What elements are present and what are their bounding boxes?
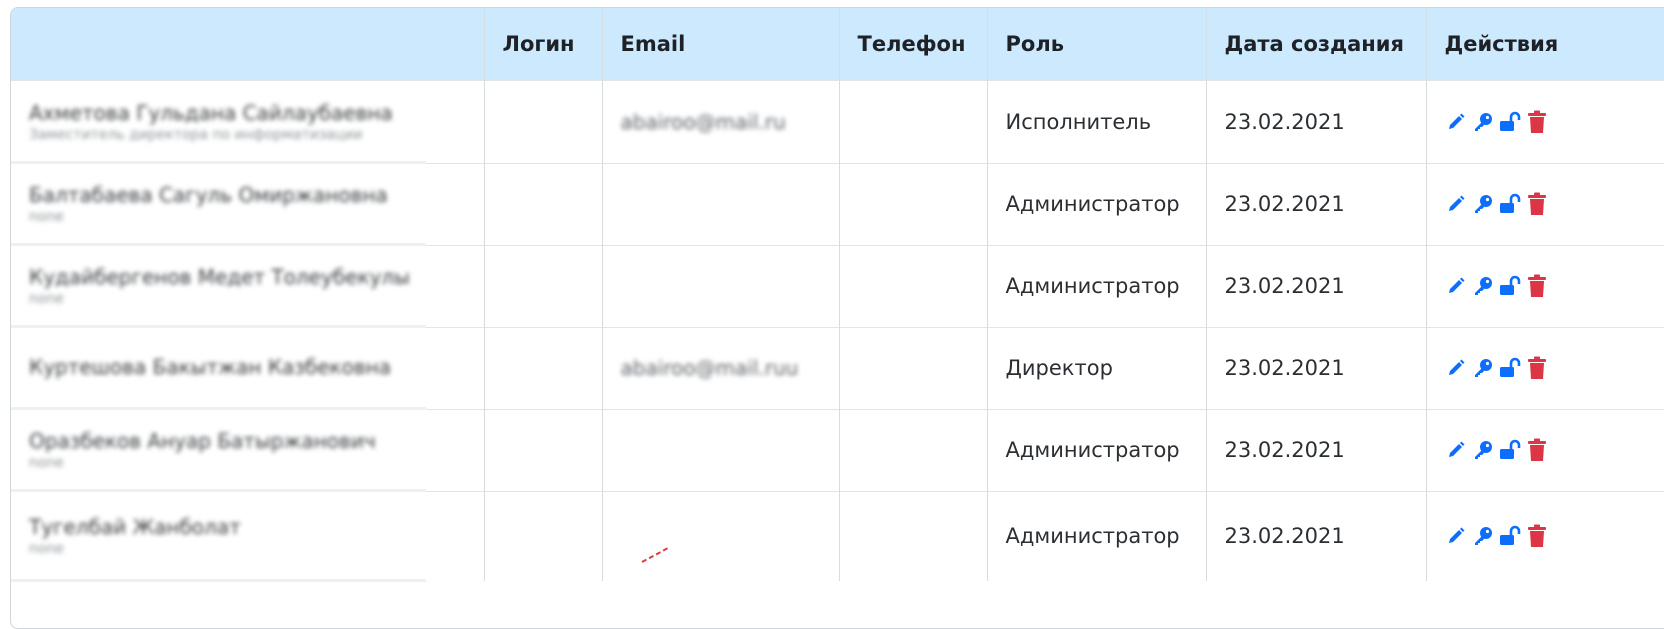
user-position: none <box>29 455 64 471</box>
header-login[interactable]: Логин <box>483 8 602 80</box>
user-email: abairoo@mail.ru <box>620 109 786 134</box>
user-full-name: Балтабаева Сагуль Омиржановна <box>29 183 388 207</box>
user-login <box>483 326 602 409</box>
user-actions <box>1425 162 1664 245</box>
user-created-date: 23.02.2021 <box>1205 408 1426 491</box>
unlock-icon[interactable] <box>1499 524 1521 548</box>
trash-icon[interactable] <box>1526 274 1548 298</box>
user-full-name: Ахметова Гульдана Сайлаубаевна <box>29 100 393 125</box>
cursor-mark <box>641 546 671 563</box>
user-email-cell <box>601 490 839 581</box>
user-login <box>483 244 602 327</box>
user-login <box>483 490 602 581</box>
user-full-name: Куртешова Бакытжан Казбековна <box>29 355 391 379</box>
users-table-container: Логин Email Телефон Роль Дата создания Д… <box>10 7 1664 629</box>
user-phone <box>838 490 987 581</box>
user-actions <box>1425 326 1664 409</box>
user-role: Директор <box>986 326 1206 409</box>
key-icon[interactable] <box>1472 524 1494 548</box>
table-row[interactable]: Балтабаева Сагуль Омиржановна none Админ… <box>11 162 1664 246</box>
unlock-icon[interactable] <box>1499 110 1521 134</box>
user-role: Исполнитель <box>986 79 1206 163</box>
user-actions <box>1425 408 1664 491</box>
user-phone <box>838 408 987 491</box>
user-full-name: Тугелбай Жанболат <box>29 515 241 540</box>
user-email-cell <box>601 244 839 327</box>
header-actions: Действия <box>1425 8 1664 80</box>
user-phone <box>838 162 987 245</box>
table-row[interactable]: Ахметова Гульдана Сайлаубаевна Заместите… <box>11 79 1664 164</box>
trash-icon[interactable] <box>1526 192 1548 216</box>
key-icon[interactable] <box>1472 192 1494 216</box>
user-role: Администратор <box>986 162 1206 245</box>
user-created-date: 23.02.2021 <box>1205 79 1426 163</box>
key-icon[interactable] <box>1472 438 1494 462</box>
header-name <box>11 8 484 80</box>
users-table: Логин Email Телефон Роль Дата создания Д… <box>11 8 1664 583</box>
user-name-cell: Оразбеков Ануар Батыржанович none <box>11 408 484 492</box>
table-row[interactable]: Куртешова Бакытжан Казбековна abairoo@ma… <box>11 326 1664 410</box>
user-full-name: Оразбеков Ануар Батыржанович <box>29 429 376 453</box>
user-name-cell: Кудайбергенов Медет Толеубекулы none <box>11 244 484 328</box>
user-phone <box>838 79 987 163</box>
pencil-icon[interactable] <box>1445 192 1467 216</box>
user-name-cell: Ахметова Гульдана Сайлаубаевна Заместите… <box>11 79 484 164</box>
user-full-name: Кудайбергенов Медет Толеубекулы <box>29 265 410 289</box>
table-row[interactable]: Тугелбай Жанболат none Администратор 23.… <box>11 490 1664 583</box>
key-icon[interactable] <box>1472 274 1494 298</box>
user-login <box>483 408 602 491</box>
unlock-icon[interactable] <box>1499 356 1521 380</box>
user-email: abairoo@mail.ruu <box>620 356 799 380</box>
header-created-date[interactable]: Дата создания <box>1205 8 1426 80</box>
pencil-icon[interactable] <box>1445 524 1467 548</box>
key-icon[interactable] <box>1472 110 1494 134</box>
trash-icon[interactable] <box>1526 356 1548 380</box>
table-row[interactable]: Кудайбергенов Медет Толеубекулы none Адм… <box>11 244 1664 328</box>
trash-icon[interactable] <box>1526 438 1548 462</box>
user-email-cell <box>601 408 839 491</box>
user-role: Администратор <box>986 490 1206 581</box>
header-role[interactable]: Роль <box>986 8 1206 80</box>
pencil-icon[interactable] <box>1445 438 1467 462</box>
pencil-icon[interactable] <box>1445 274 1467 298</box>
user-position: none <box>29 209 64 225</box>
user-created-date: 23.02.2021 <box>1205 490 1426 581</box>
user-actions <box>1425 244 1664 327</box>
unlock-icon[interactable] <box>1499 274 1521 298</box>
user-created-date: 23.02.2021 <box>1205 244 1426 327</box>
user-login <box>483 79 602 163</box>
trash-icon[interactable] <box>1526 524 1548 548</box>
user-email-cell: abairoo@mail.ruu <box>601 326 839 409</box>
user-name-cell: Балтабаева Сагуль Омиржановна none <box>11 162 484 246</box>
user-name-cell: Куртешова Бакытжан Казбековна <box>11 326 484 410</box>
table-row[interactable]: Оразбеков Ануар Батыржанович none Админи… <box>11 408 1664 492</box>
user-phone <box>838 326 987 409</box>
user-login <box>483 162 602 245</box>
user-created-date: 23.02.2021 <box>1205 326 1426 409</box>
key-icon[interactable] <box>1472 356 1494 380</box>
user-email-cell <box>601 162 839 245</box>
user-role: Администратор <box>986 408 1206 491</box>
user-actions <box>1425 79 1664 163</box>
pencil-icon[interactable] <box>1445 110 1467 134</box>
user-actions <box>1425 490 1664 581</box>
unlock-icon[interactable] <box>1499 438 1521 462</box>
user-email-cell: abairoo@mail.ru <box>601 79 839 163</box>
table-header-row: Логин Email Телефон Роль Дата создания Д… <box>11 8 1664 80</box>
user-position: none <box>29 291 64 307</box>
trash-icon[interactable] <box>1526 110 1548 134</box>
header-phone[interactable]: Телефон <box>838 8 987 80</box>
user-phone <box>838 244 987 327</box>
user-position: Заместитель директора по информатизации <box>29 126 363 143</box>
unlock-icon[interactable] <box>1499 192 1521 216</box>
user-name-cell: Тугелбай Жанболат none <box>11 490 484 583</box>
pencil-icon[interactable] <box>1445 356 1467 380</box>
header-email[interactable]: Email <box>601 8 839 80</box>
user-created-date: 23.02.2021 <box>1205 162 1426 245</box>
user-position: none <box>29 541 64 558</box>
user-role: Администратор <box>986 244 1206 327</box>
